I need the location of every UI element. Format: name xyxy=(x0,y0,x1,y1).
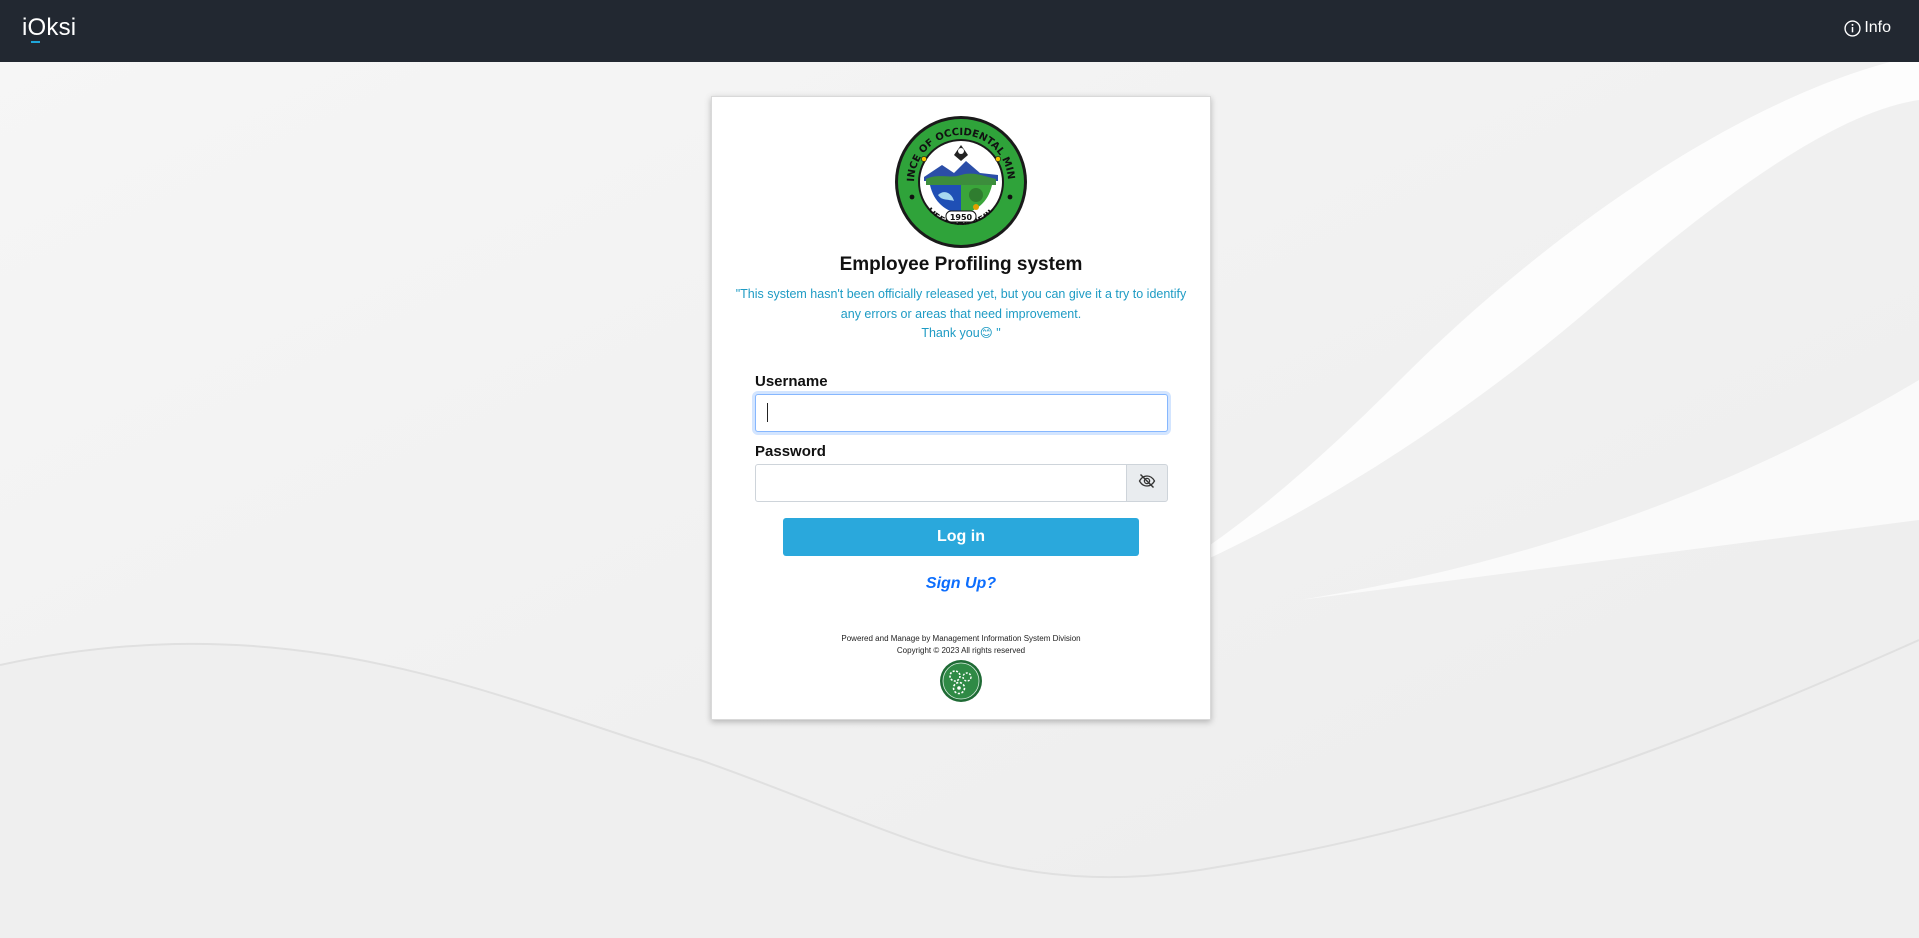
username-input[interactable] xyxy=(755,394,1168,432)
brand-accent-underline xyxy=(31,41,40,43)
beta-notice-thanks: Thank you😊 " xyxy=(921,326,1001,340)
beta-notice-text: "This system hasn't been officially rele… xyxy=(735,287,1187,321)
brand-logo[interactable]: iOksi xyxy=(22,14,76,42)
top-navbar: iOksi Info xyxy=(0,0,1919,62)
password-visibility-toggle[interactable] xyxy=(1126,464,1168,502)
eye-slash-icon xyxy=(1138,473,1156,494)
password-input[interactable] xyxy=(755,464,1127,502)
mis-division-logo xyxy=(940,660,982,702)
info-button[interactable]: Info xyxy=(1844,19,1891,37)
page-title: Employee Profiling system xyxy=(839,254,1083,275)
powered-by-text: Powered and Manage by Management Informa… xyxy=(841,634,1081,643)
provincial-seal: PROVINCE OF OCCIDENTAL MINDORO OFFICIAL … xyxy=(894,115,1027,248)
signup-link[interactable]: Sign Up? xyxy=(712,575,1210,593)
beta-notice: "This system hasn't been officially rele… xyxy=(726,285,1196,344)
login-button[interactable]: Log in xyxy=(783,518,1139,556)
login-card: PROVINCE OF OCCIDENTAL MINDORO OFFICIAL … xyxy=(711,96,1211,720)
copyright-text: Copyright © 2023 All rights reserved xyxy=(896,646,1026,655)
info-label: Info xyxy=(1864,19,1891,36)
info-circle-icon xyxy=(1844,19,1861,37)
username-label: Username xyxy=(755,373,828,390)
password-label: Password xyxy=(755,443,826,460)
text-cursor xyxy=(767,403,768,422)
svg-text:1950: 1950 xyxy=(950,213,973,222)
